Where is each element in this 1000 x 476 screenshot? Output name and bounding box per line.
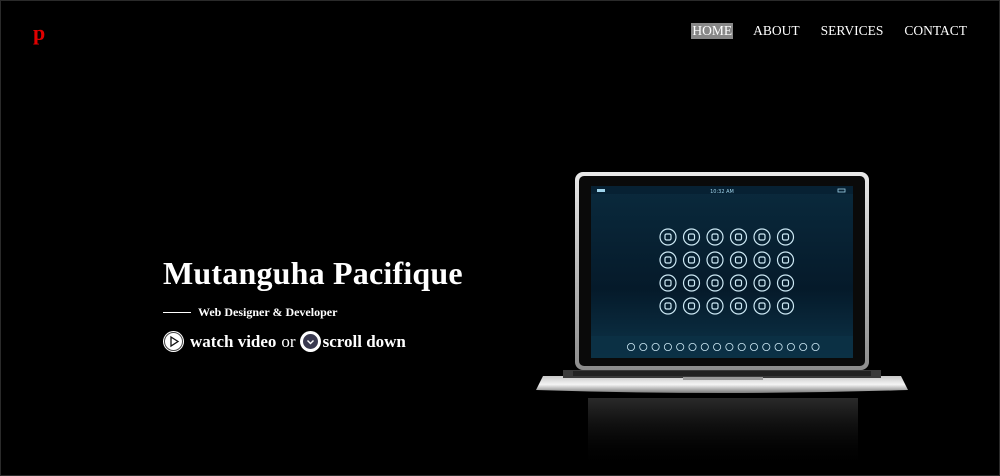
chevron-down-icon: [299, 331, 321, 352]
main-nav: HOME ABOUT SERVICES CONTACT: [672, 23, 968, 39]
hero-name: Mutanguha Pacifique: [163, 255, 463, 291]
watch-video-button[interactable]: watch video: [163, 331, 276, 352]
screen-time: 10:32 AM: [710, 189, 734, 195]
watch-video-label: watch video: [190, 331, 277, 351]
subtitle-divider: [163, 311, 191, 314]
nav-services[interactable]: SERVICES: [820, 23, 885, 39]
hero-actions: watch video or scroll down: [163, 331, 463, 352]
hero-section: Mutanguha Pacifique Web Designer & Devel…: [163, 255, 463, 352]
nav-contact[interactable]: CONTACT: [903, 23, 968, 39]
play-icon: [163, 331, 184, 352]
laptop-image: 10:32 AM: [536, 172, 908, 468]
hero-subtitle-row: Web Designer & Developer: [163, 305, 463, 320]
laptop-illustration: 10:32 AM: [533, 168, 913, 473]
site-logo[interactable]: p: [33, 20, 45, 46]
or-text: or: [281, 331, 296, 351]
nav-home[interactable]: HOME: [691, 23, 734, 39]
scroll-down-label: scroll down: [322, 331, 406, 351]
scroll-down-button[interactable]: scroll down: [299, 331, 406, 352]
hero-subtitle: Web Designer & Developer: [198, 305, 338, 319]
nav-about[interactable]: ABOUT: [752, 23, 801, 39]
